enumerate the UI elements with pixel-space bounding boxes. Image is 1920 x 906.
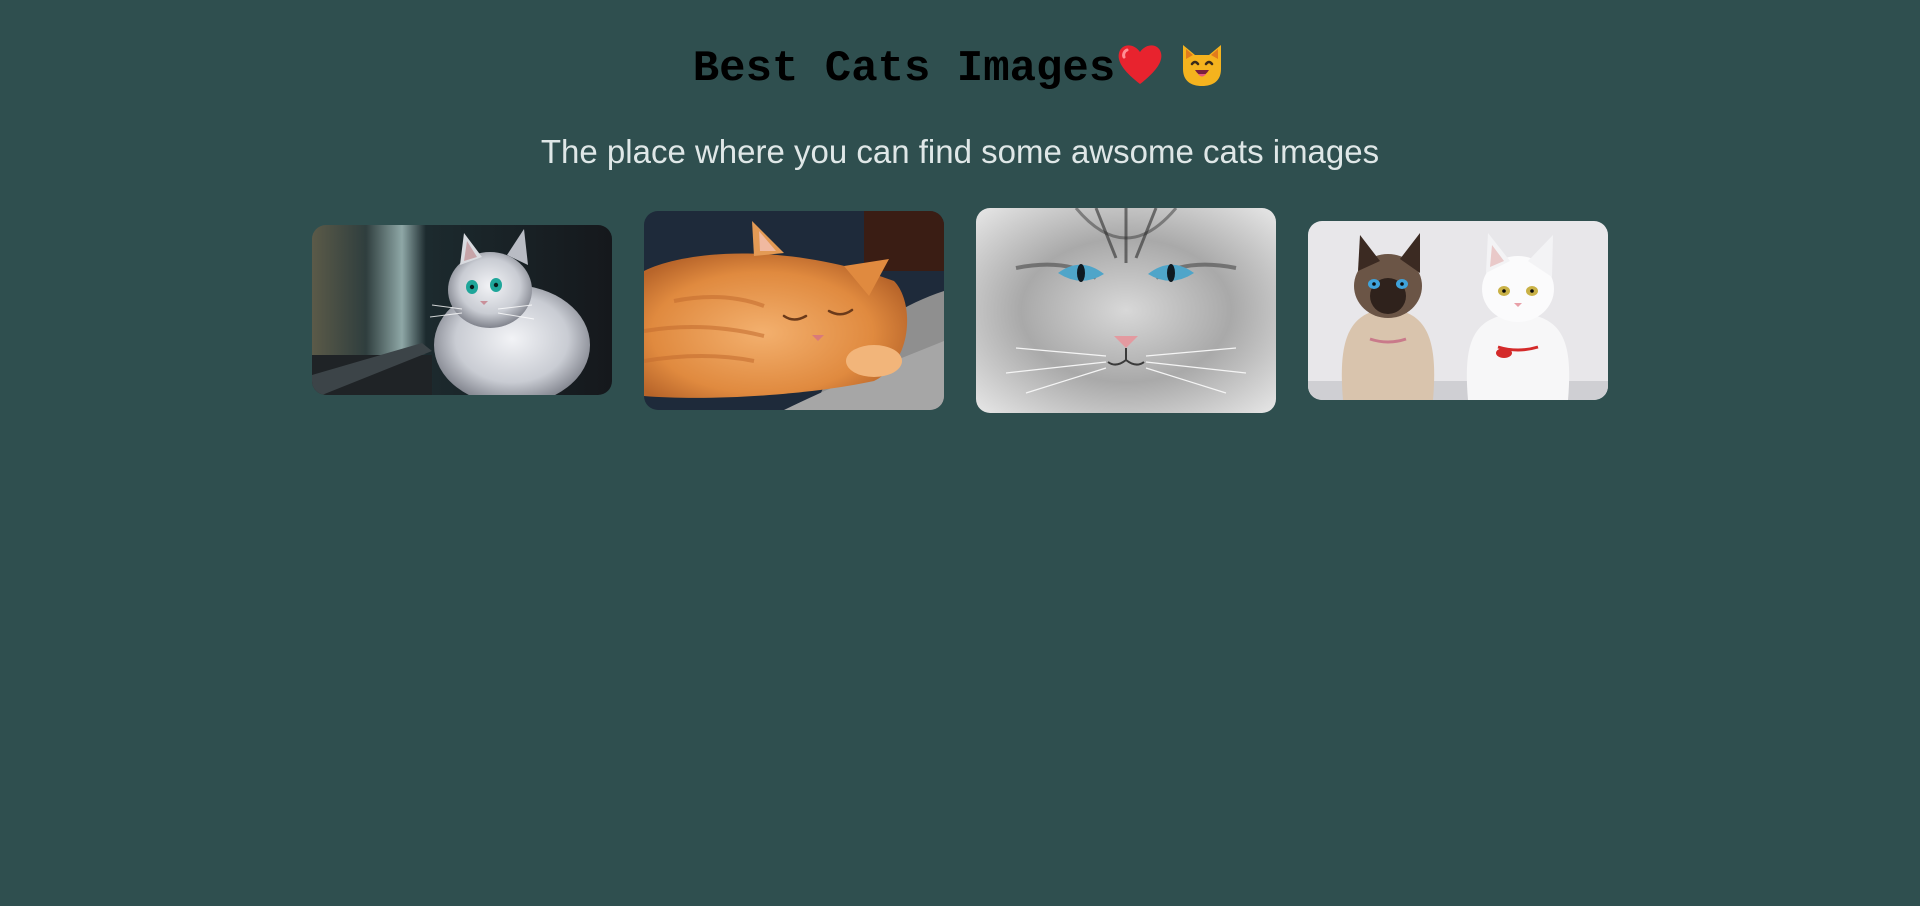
cat-image-white-persian[interactable]: [312, 225, 612, 395]
orange-cat-image: [644, 211, 944, 410]
page-subtitle: The place where you can find some awsome…: [540, 133, 1380, 170]
two-cats-image: [1308, 221, 1608, 400]
cat-image-orange-tabby[interactable]: [644, 211, 944, 410]
cat-image-siamese-and-white[interactable]: [1308, 221, 1608, 400]
image-gallery: [312, 208, 1608, 418]
cat-face-icon: [1183, 45, 1222, 87]
page-title-text: Best Cats Images: [692, 44, 1116, 94]
grey-cat-image: [976, 208, 1276, 413]
page-title: Best Cats Images: [0, 38, 1920, 100]
cat-image-grey-closeup[interactable]: [976, 208, 1276, 413]
page: Best Cats Images The place where you can…: [0, 0, 1920, 906]
white-cat-image: [312, 225, 612, 395]
heart-icon: [1118, 45, 1162, 85]
